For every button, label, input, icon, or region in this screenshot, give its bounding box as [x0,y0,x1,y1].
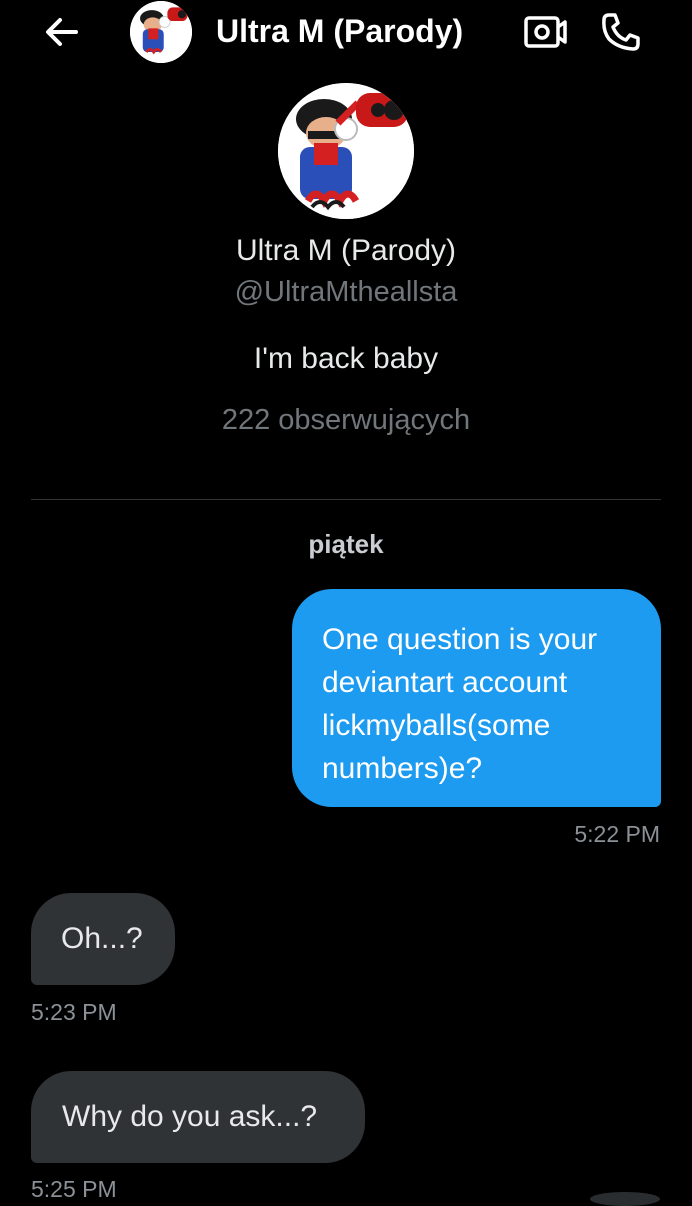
incoming-message-bubble[interactable]: Oh...? [31,893,175,985]
profile-handle: @UltraMtheallsta [234,276,458,308]
incoming-message-bubble[interactable]: Why do you ask...? [31,1071,365,1163]
scroll-down-button[interactable] [590,1192,660,1206]
profile-name[interactable]: Ultra M (Parody) [0,232,692,270]
header-avatar[interactable] [130,1,192,63]
video-call-button[interactable] [522,12,568,52]
back-button[interactable] [40,12,84,52]
voice-call-button[interactable] [598,10,644,54]
message-timestamp: 5:22 PM [574,821,660,847]
profile-avatar[interactable] [278,83,414,219]
message-timestamp: 5:23 PM [31,999,117,1025]
video-call-icon [524,16,567,48]
mario-avatar-image [278,83,414,219]
conversation-title[interactable]: Ultra M (Parody) [216,10,463,52]
followers-count: 222 obserwujących [221,404,471,436]
divider [31,499,661,500]
profile-bio: I'm back baby [253,342,439,375]
outgoing-message-bubble[interactable]: One question is your deviantart account … [292,589,661,807]
arrow-left-icon [46,18,78,46]
mario-avatar-image [130,1,192,63]
top-bar: Ultra M (Parody) [0,0,692,66]
day-separator: piątek [308,529,384,559]
phone-icon [602,13,640,51]
